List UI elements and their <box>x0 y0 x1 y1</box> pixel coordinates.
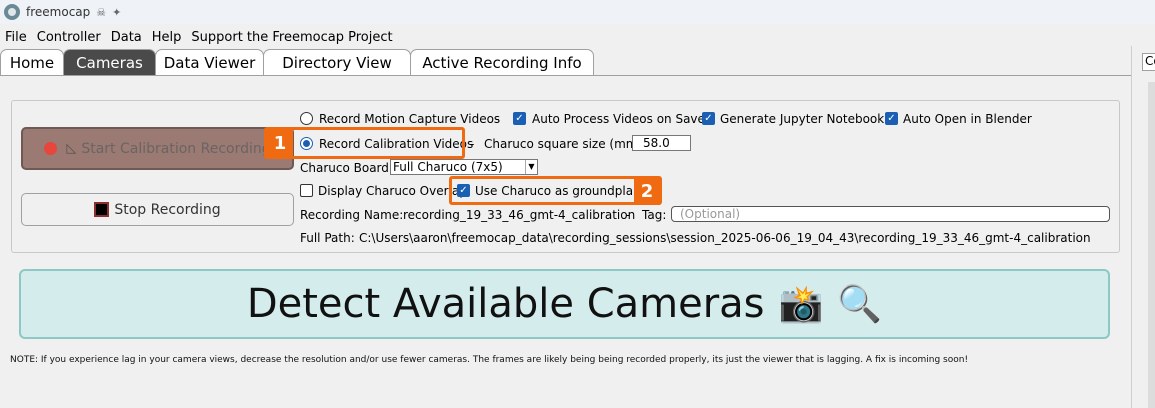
detect-cameras-button[interactable]: Detect Available Cameras 📸 🔍 <box>19 269 1110 339</box>
stop-recording-button[interactable]: Stop Recording <box>21 193 294 226</box>
tab-divider <box>0 75 1131 76</box>
dash-separator-2: - <box>470 137 475 151</box>
magnifier-icon: 🔍 <box>837 284 883 325</box>
camera-flash-icon: 📸 <box>778 284 824 325</box>
full-path-value: C:\Users\aaron\freemocap_data\recording_… <box>359 231 1091 245</box>
record-motion-capture-radio[interactable] <box>300 112 313 125</box>
menu-data[interactable]: Data <box>106 30 147 45</box>
menu-help[interactable]: Help <box>147 30 187 45</box>
charuco-size-input[interactable]: 58.0 <box>632 135 691 151</box>
record-dot-icon <box>44 142 58 155</box>
tab-active-recording-info[interactable]: Active Recording Info <box>410 49 594 76</box>
menu-controller[interactable]: Controller <box>32 30 106 45</box>
recording-name-value: recording_19_33_46_gmt-4_calibration <box>403 208 636 222</box>
menu-support[interactable]: Support the Freemocap Project <box>186 30 397 45</box>
highlight-box-1 <box>264 127 465 159</box>
charuco-board-select[interactable]: Full Charuco (7x5) ▼ <box>390 159 538 175</box>
tab-directory-view[interactable]: Directory View <box>263 49 411 76</box>
highlight-box-2 <box>449 176 662 205</box>
jupyter-checkbox[interactable]: ✓ <box>702 112 715 125</box>
auto-process-label: Auto Process Videos on Save <box>532 112 705 126</box>
blender-checkbox[interactable]: ✓ <box>885 112 898 125</box>
start-calibration-button[interactable]: ◺ Start Calibration Recording <box>21 127 294 170</box>
title-bar: freemocap ☠ ✦ <box>0 0 1155 24</box>
tab-bar: Home Cameras Data Viewer Directory View … <box>0 49 594 76</box>
charuco-board-value: Full Charuco (7x5) <box>393 160 503 174</box>
side-panel: Co <box>1131 46 1155 408</box>
tab-data-viewer[interactable]: Data Viewer <box>155 49 264 76</box>
dash-separator: - <box>495 112 500 126</box>
display-overlay-checkbox[interactable] <box>300 184 313 197</box>
chevron-down-icon: ▼ <box>525 160 537 174</box>
app-logo-icon <box>4 4 20 20</box>
stop-square-icon <box>94 202 110 217</box>
charuco-board-label: Charuco Board: <box>300 161 393 175</box>
full-path-label: Full Path: <box>300 231 355 245</box>
charuco-size-label: Charuco square size (mm) <box>484 137 643 151</box>
blender-label: Auto Open in Blender <box>903 112 1032 126</box>
record-motion-capture-label: Record Motion Capture Videos <box>319 112 501 126</box>
detect-cameras-label: Detect Available Cameras <box>246 281 765 327</box>
recording-name-label: Recording Name: <box>300 208 404 222</box>
side-panel-tab[interactable]: Co <box>1142 53 1155 71</box>
window-title: freemocap <box>26 5 91 19</box>
menu-file[interactable]: File <box>0 30 32 45</box>
dash-separator-3: - <box>626 208 631 222</box>
tab-home[interactable]: Home <box>0 49 64 76</box>
annotation-badge-2: 2 <box>634 177 660 205</box>
jupyter-label: Generate Jupyter Notebook <box>720 112 885 126</box>
skull-icon: ☠ <box>96 5 107 19</box>
auto-process-checkbox[interactable]: ✓ <box>513 112 526 125</box>
start-calibration-label: Start Calibration Recording <box>81 140 271 157</box>
display-overlay-label: Display Charuco Overlay <box>318 184 467 198</box>
sparkle-icon: ✦ <box>112 5 122 19</box>
lag-note: NOTE: If you experience lag in your came… <box>10 355 969 365</box>
tab-cameras[interactable]: Cameras <box>63 49 156 76</box>
tag-label: Tag: <box>642 208 667 222</box>
annotation-badge-1: 1 <box>267 129 293 157</box>
triangle-ruler-icon: ◺ <box>66 141 77 156</box>
menu-bar: File Controller Data Help Support the Fr… <box>0 27 1155 47</box>
side-scrollbar[interactable] <box>1148 82 1155 408</box>
tag-input[interactable]: (Optional) <box>671 206 1110 222</box>
stop-recording-label: Stop Recording <box>114 201 221 218</box>
